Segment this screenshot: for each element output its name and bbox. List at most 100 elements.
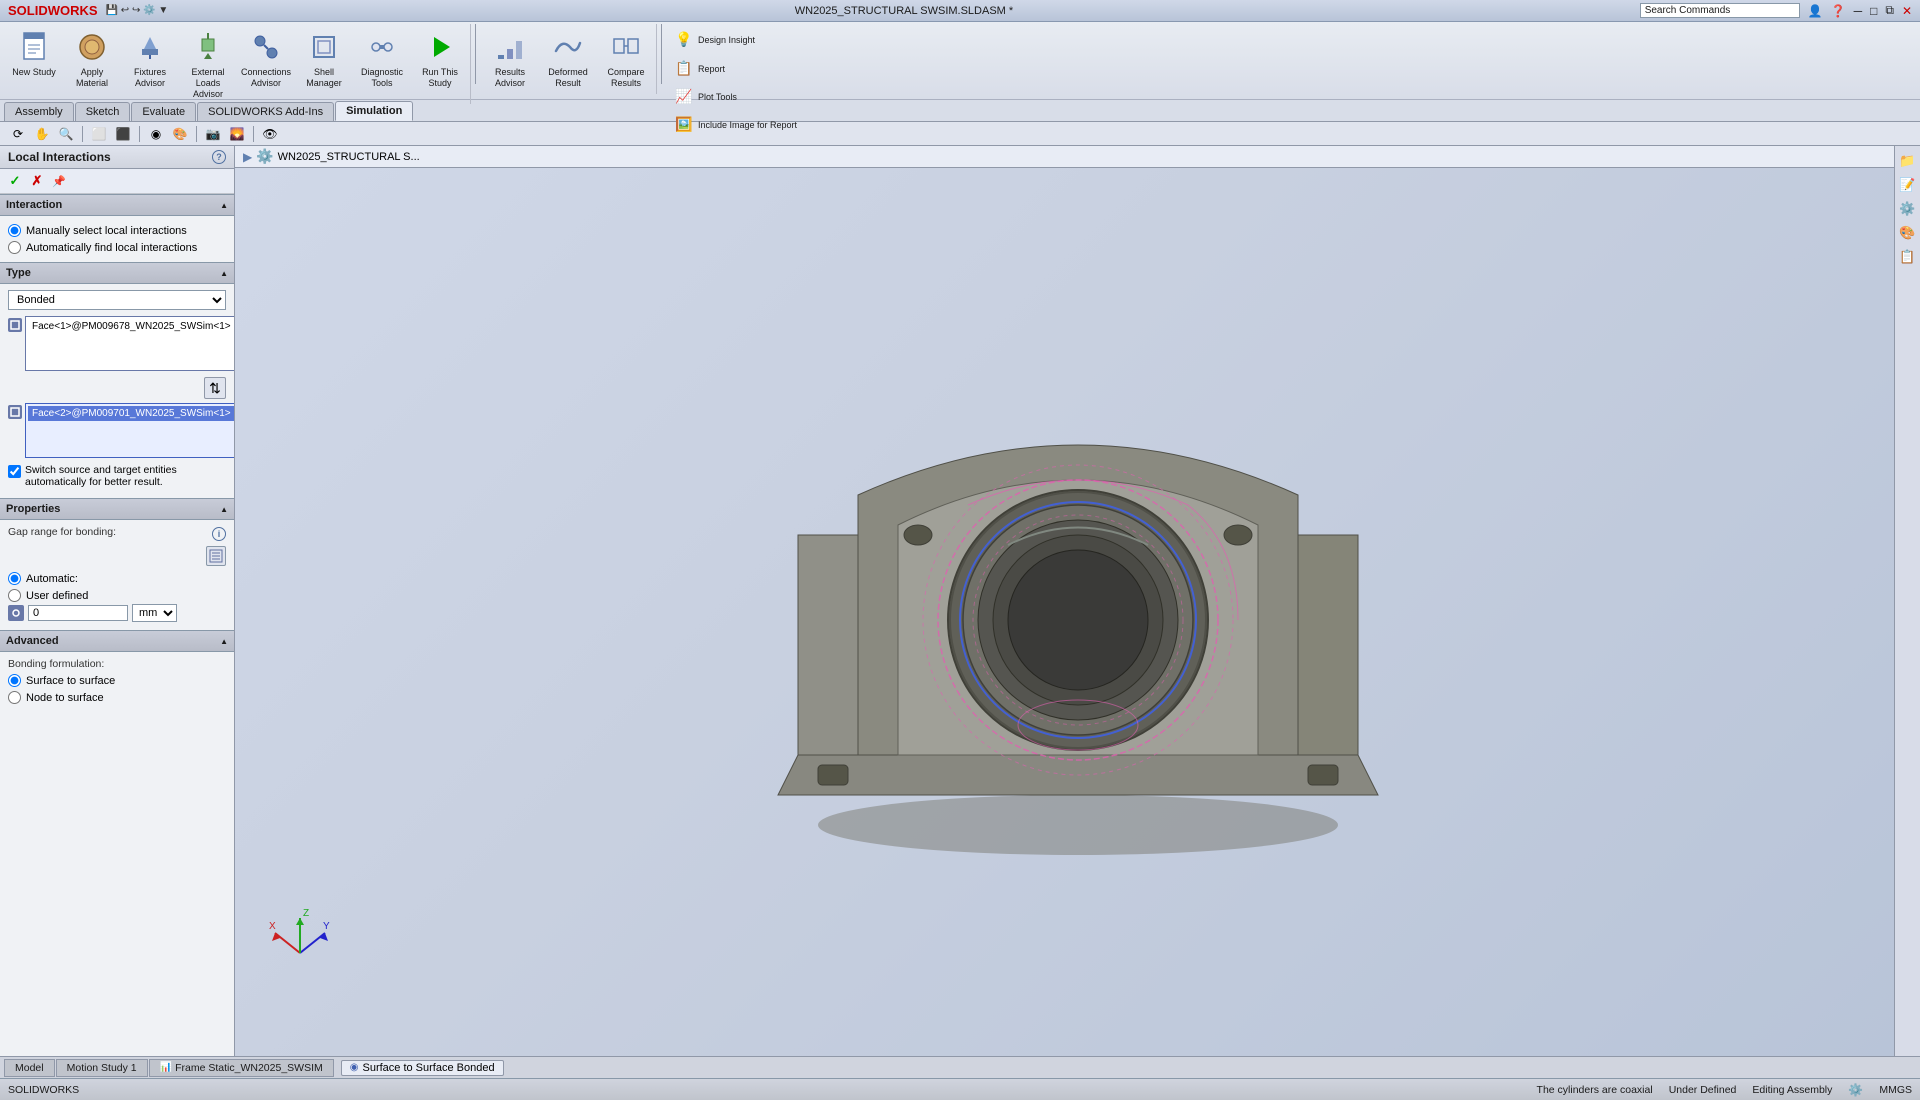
source-face-item-1: Face<1>@PM009678_WN2025_SWSim<1> — [28, 319, 234, 334]
interaction-section-header[interactable]: Interaction — [0, 194, 234, 216]
scene-icon[interactable]: 🌄 — [227, 124, 247, 144]
report-button[interactable]: 📋 Report — [668, 56, 731, 82]
status-units-icon: ⚙️ — [1848, 1083, 1863, 1097]
user-icon[interactable]: 👤 — [1808, 4, 1823, 18]
interaction-radio-group: Manually select local interactions Autom… — [8, 224, 226, 254]
include-image-button[interactable]: 🖼️ Include Image for Report — [668, 112, 803, 138]
bottom-tab-model[interactable]: Model — [4, 1059, 55, 1077]
design-insight-label: Design Insight — [698, 35, 755, 46]
compare-icon — [608, 29, 644, 65]
panel-help-icon[interactable]: ? — [212, 150, 226, 164]
target-face-list[interactable]: Face<2>@PM009701_WN2025_SWSim<1> — [25, 403, 234, 458]
type-dropdown[interactable]: Bonded No Penetration Allow Penetration … — [8, 290, 226, 310]
view-orient-icon[interactable]: 👁 — [260, 124, 280, 144]
panel-toolbar: ✓ ✗ 📌 — [0, 169, 234, 194]
connections-button[interactable]: ConnectionsAdvisor — [238, 26, 294, 92]
gap-auto-option[interactable]: Automatic: — [8, 572, 226, 585]
switch-auto-checkbox[interactable]: Switch source and target entities automa… — [8, 464, 226, 488]
rt-icon-4[interactable]: 🎨 — [1897, 222, 1919, 244]
calculate-icon[interactable] — [206, 546, 226, 566]
plot-tools-label: Plot Tools — [698, 92, 737, 103]
source-face-list[interactable]: Face<1>@PM009678_WN2025_SWSim<1> — [25, 316, 234, 371]
status-bar: SOLIDWORKS The cylinders are coaxial Und… — [0, 1078, 1920, 1100]
apply-material-label: ApplyMaterial — [76, 67, 108, 89]
pan-view-icon[interactable]: ✋ — [32, 124, 52, 144]
gap-unit-select[interactable]: mm in m — [132, 604, 177, 622]
accept-button[interactable]: ✓ — [6, 172, 24, 190]
restore-btn[interactable]: ⧉ — [1885, 3, 1894, 18]
right-toolbar: 📁 📝 ⚙️ 🎨 📋 — [1894, 146, 1920, 1056]
run-study-button[interactable]: Run ThisStudy — [412, 26, 468, 92]
node-to-surface-option[interactable]: Node to surface — [8, 691, 226, 704]
type-chevron — [220, 267, 228, 279]
results-icon — [492, 29, 528, 65]
shell-manager-button[interactable]: ShellManager — [296, 26, 352, 92]
section-view-icon[interactable]: ⬜ — [89, 124, 109, 144]
gap-value-row: 0 mm in m — [8, 604, 226, 622]
compare-results-button[interactable]: CompareResults — [598, 26, 654, 92]
pin-button[interactable]: 📌 — [50, 172, 68, 190]
target-faces-row: Face<2>@PM009701_WN2025_SWSim<1> — [8, 403, 226, 458]
node-to-surface-label: Node to surface — [26, 692, 104, 704]
diagnostic-tools-button[interactable]: DiagnosticTools — [354, 26, 410, 92]
new-study-icon — [16, 29, 52, 65]
toolbar-section-results: ResultsAdvisor DeformedResult CompareRes… — [480, 24, 657, 94]
appearance-icon[interactable]: 🎨 — [170, 124, 190, 144]
maximize-btn[interactable]: □ — [1870, 4, 1877, 18]
zoom-view-icon[interactable]: 🔍 — [56, 124, 76, 144]
search-box[interactable]: Search Commands — [1640, 3, 1800, 18]
camera-icon[interactable]: 📷 — [203, 124, 223, 144]
gap-user-option[interactable]: User defined — [8, 589, 226, 602]
gap-range-row: Gap range for bonding: i — [8, 526, 226, 542]
type-section-header[interactable]: Type — [0, 262, 234, 284]
minimize-btn[interactable]: ─ — [1854, 4, 1863, 18]
gap-value-input[interactable]: 0 — [28, 605, 128, 621]
close-btn[interactable]: ✕ — [1902, 4, 1912, 18]
interaction-manual-option[interactable]: Manually select local interactions — [8, 224, 226, 237]
tab-addins[interactable]: SOLIDWORKS Add-Ins — [197, 102, 334, 121]
advanced-section-header[interactable]: Advanced — [0, 630, 234, 652]
tab-assembly[interactable]: Assembly — [4, 102, 74, 121]
interaction-auto-option[interactable]: Automatically find local interactions — [8, 241, 226, 254]
status-bar-right: The cylinders are coaxial Under Defined … — [1537, 1083, 1912, 1097]
tree-expand-icon[interactable]: ▶ — [243, 150, 252, 164]
interaction-chevron — [220, 199, 228, 211]
tab-evaluate[interactable]: Evaluate — [131, 102, 196, 121]
apply-material-icon — [74, 29, 110, 65]
surface-to-surface-option[interactable]: Surface to surface — [8, 674, 226, 687]
tab-sketch[interactable]: Sketch — [75, 102, 131, 121]
rotate-view-icon[interactable]: ⟳ — [8, 124, 28, 144]
bearing-block-model — [718, 335, 1438, 895]
properties-section-header[interactable]: Properties — [0, 498, 234, 520]
gap-info-icon[interactable]: i — [212, 527, 226, 541]
rt-icon-3[interactable]: ⚙️ — [1897, 198, 1919, 220]
external-loads-icon — [190, 29, 226, 65]
plot-tools-button[interactable]: 📈 Plot Tools — [668, 84, 743, 110]
rt-icon-5[interactable]: 📋 — [1897, 246, 1919, 268]
main-toolbar: New Study ApplyMaterial FixturesAdvisor … — [0, 22, 1920, 100]
results-advisor-button[interactable]: ResultsAdvisor — [482, 26, 538, 92]
bottom-tab-motion-study[interactable]: Motion Study 1 — [56, 1059, 148, 1077]
rt-icon-2[interactable]: 📝 — [1897, 174, 1919, 196]
report-icon: 📋 — [674, 58, 694, 78]
canvas-area[interactable]: ▶ ⚙️ WN2025_STRUCTURAL S... — [235, 146, 1920, 1056]
new-study-button[interactable]: New Study — [6, 26, 62, 90]
reject-button[interactable]: ✗ — [28, 172, 46, 190]
fixtures-advisor-button[interactable]: FixturesAdvisor — [122, 26, 178, 92]
rt-icon-1[interactable]: 📁 — [1897, 150, 1919, 172]
cube-view-icon[interactable]: ⬛ — [113, 124, 133, 144]
left-panel: Local Interactions ? ✓ ✗ 📌 Interaction M… — [0, 146, 235, 1056]
title-bar: SOLIDWORKS 💾 ↩ ↪ ⚙️ ▼ WN2025_STRUCTURAL … — [0, 0, 1920, 22]
panel-scroll-area: Interaction Manually select local intera… — [0, 194, 234, 1056]
switch-faces-button[interactable]: ⇅ — [204, 377, 226, 399]
design-insight-button[interactable]: 💡 Design Insight — [668, 26, 761, 54]
properties-section-content: Gap range for bonding: i Automatic: — [0, 520, 234, 630]
external-loads-button[interactable]: External LoadsAdvisor — [180, 26, 236, 102]
interaction-section-content: Manually select local interactions Autom… — [0, 216, 234, 262]
bottom-tab-frame[interactable]: 📊 Frame Static_WN2025_SWSIM — [149, 1059, 334, 1077]
deformed-result-button[interactable]: DeformedResult — [540, 26, 596, 92]
apply-material-button[interactable]: ApplyMaterial — [64, 26, 120, 92]
display-mode-icon[interactable]: ◉ — [146, 124, 166, 144]
target-face-label-1: Face<2>@PM009701_WN2025_SWSim<1> — [32, 408, 231, 419]
help-icon[interactable]: ❓ — [1831, 4, 1846, 18]
